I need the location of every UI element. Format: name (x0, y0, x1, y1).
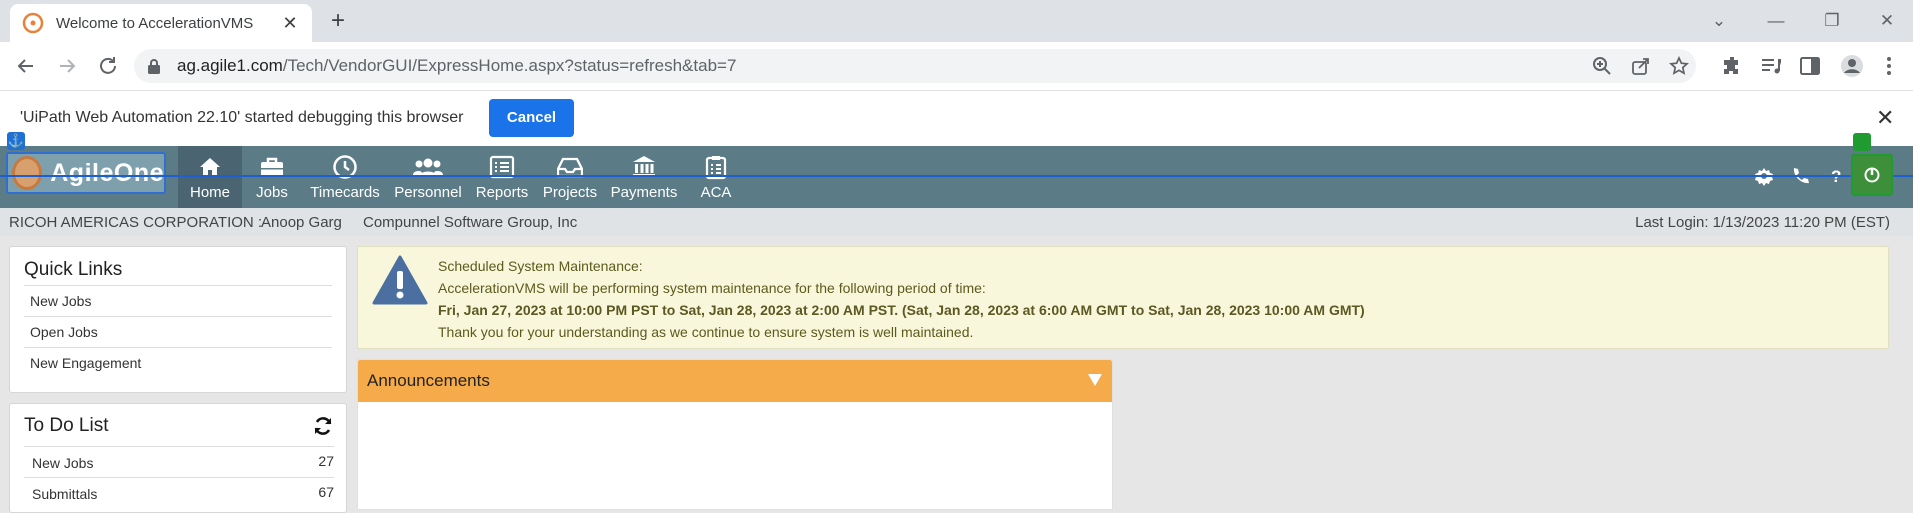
todo-item-count: 67 (318, 484, 334, 500)
profile-avatar-icon[interactable] (1840, 54, 1864, 78)
quick-links-panel: Quick Links New Jobs Open Jobs New Engag… (9, 246, 347, 393)
refresh-icon[interactable] (312, 415, 334, 437)
vendor-name: Compunnel Software Group, Inc (363, 214, 578, 231)
favicon-icon (22, 12, 44, 34)
user-name: Anoop Garg (261, 214, 342, 231)
quick-link-new-jobs[interactable]: New Jobs (24, 285, 332, 316)
anchor-icon: ⚓ (7, 132, 25, 150)
browser-tab-strip: Welcome to AccelerationVMS ✕ + ⌄ — ❐ ✕ (0, 0, 1913, 42)
company-name: RICOH AMERICAS CORPORATION : (9, 214, 263, 231)
browser-tab[interactable]: Welcome to AccelerationVMS ✕ (10, 4, 312, 42)
nav-projects[interactable]: Projects (539, 146, 601, 208)
close-infobar-icon[interactable]: ✕ (1876, 105, 1894, 131)
debugging-infobar: 'UiPath Web Automation 22.10' started de… (0, 90, 1913, 146)
debugging-message: 'UiPath Web Automation 22.10' started de… (20, 109, 464, 126)
new-tab-icon[interactable]: + (326, 9, 350, 33)
browser-toolbar: ag.agile1.com/Tech/VendorGUI/ExpressHome… (0, 42, 1913, 90)
maintenance-thanks: Thank you for your understanding as we c… (438, 324, 974, 340)
maintenance-period: Fri, Jan 27, 2023 at 10:00 PM PST to Sat… (438, 302, 1365, 318)
quick-link-open-jobs[interactable]: Open Jobs (24, 316, 332, 347)
media-icon[interactable] (1759, 54, 1783, 78)
share-icon[interactable] (1631, 56, 1651, 76)
restore-icon[interactable]: ❐ (1819, 8, 1845, 34)
nav-aca[interactable]: ACA (696, 146, 736, 208)
warning-icon (372, 255, 428, 305)
bookmark-star-icon[interactable] (1669, 56, 1689, 76)
nav-timecards[interactable]: Timecards (309, 146, 381, 208)
announcements-header[interactable]: Announcements (358, 360, 1112, 402)
quick-links-title: Quick Links (24, 259, 123, 280)
last-login: Last Login: 1/13/2023 11:20 PM (EST) (1635, 214, 1890, 231)
todo-list-title: To Do List (24, 415, 109, 436)
back-icon[interactable] (14, 54, 38, 78)
account-info-bar: RICOH AMERICAS CORPORATION : Anoop Garg … (0, 208, 1913, 236)
logout-button[interactable] (1851, 154, 1893, 196)
announcements-panel: Announcements (357, 359, 1113, 510)
nav-jobs[interactable]: Jobs (250, 146, 294, 208)
todo-item-count: 27 (318, 453, 334, 469)
todo-item-label: New Jobs (32, 455, 94, 471)
window-close-icon[interactable]: ✕ (1874, 8, 1900, 34)
logo-text: AgileOne (50, 158, 164, 187)
quick-link-new-engagement[interactable]: New Engagement (24, 347, 332, 378)
maintenance-alert: Scheduled System Maintenance: Accelerati… (357, 246, 1889, 349)
todo-item-new-jobs[interactable]: New Jobs 27 (24, 446, 334, 477)
side-panel-icon[interactable] (1798, 54, 1822, 78)
nav-payments[interactable]: Payments (609, 146, 679, 208)
address-bar[interactable]: ag.agile1.com/Tech/VendorGUI/ExpressHome… (134, 49, 1696, 83)
lock-icon[interactable] (147, 58, 161, 74)
forward-icon[interactable] (55, 54, 79, 78)
todo-list-panel: To Do List New Jobs 27 Submittals 67 (9, 403, 347, 513)
todo-item-submittals[interactable]: Submittals 67 (24, 477, 334, 508)
maintenance-heading: Scheduled System Maintenance: (438, 258, 643, 274)
nav-personnel[interactable]: Personnel (393, 146, 463, 208)
logout-icon (1864, 167, 1880, 183)
extensions-icon[interactable] (1720, 54, 1744, 78)
agileone-logo[interactable]: AgileOne (6, 152, 166, 194)
minimize-icon[interactable]: — (1763, 8, 1789, 34)
cancel-debugging-button[interactable]: Cancel (489, 99, 574, 137)
collapse-caret-icon[interactable] (1088, 374, 1102, 386)
url-text: ag.agile1.com/Tech/VendorGUI/ExpressHome… (177, 56, 737, 75)
browser-menu-icon[interactable] (1877, 54, 1901, 78)
todo-item-label: Submittals (32, 486, 98, 502)
maintenance-description: AccelerationVMS will be performing syste… (438, 280, 986, 296)
nav-reports[interactable]: Reports (472, 146, 532, 208)
reload-icon[interactable] (96, 54, 120, 78)
automation-highlight-line (0, 175, 1913, 177)
target-pin-icon (1853, 133, 1871, 151)
nav-home[interactable]: Home (178, 146, 242, 208)
announcements-title: Announcements (367, 371, 490, 390)
zoom-icon[interactable] (1592, 56, 1612, 76)
app-navigation-bar: AgileOne Home Jobs Timecards Personnel R… (0, 146, 1913, 208)
tab-search-icon[interactable]: ⌄ (1706, 8, 1732, 34)
tab-title: Welcome to AccelerationVMS (56, 14, 254, 32)
tab-close-icon[interactable]: ✕ (280, 13, 300, 33)
logo-mark-icon (12, 156, 43, 190)
